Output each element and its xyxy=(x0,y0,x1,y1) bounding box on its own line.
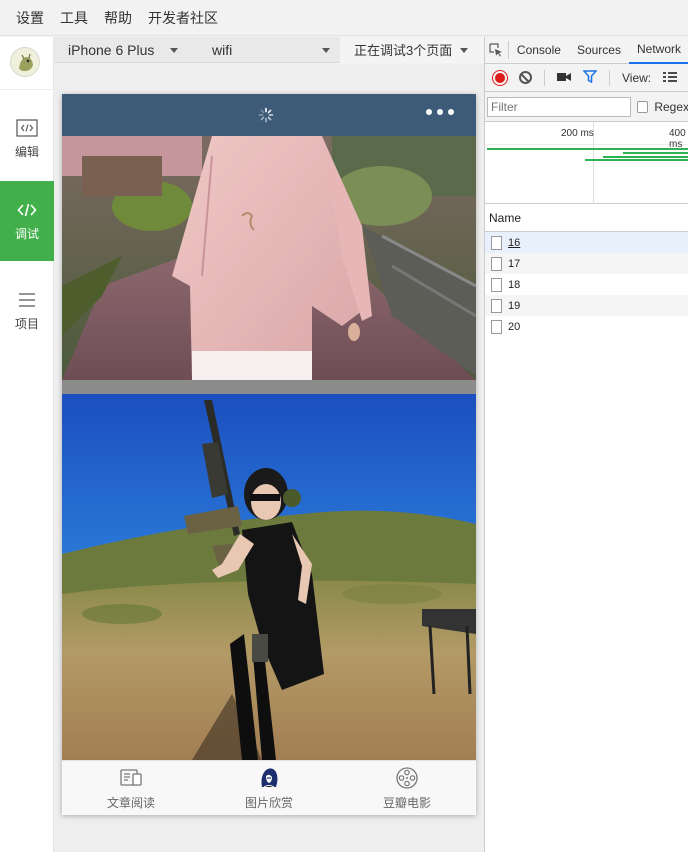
inspect-element-icon[interactable] xyxy=(485,41,509,59)
network-overview-timeline: 200 ms 400 ms xyxy=(485,122,688,204)
filter-row: Regex xyxy=(485,92,688,122)
regex-checkbox[interactable] xyxy=(637,100,649,113)
timeline-header-divider xyxy=(485,144,688,145)
tab-label: 豆瓣电影 xyxy=(382,795,431,810)
toolbar-separator xyxy=(544,69,545,86)
document-icon xyxy=(491,256,502,271)
sidebar-item-debug[interactable]: 调试 xyxy=(0,181,54,261)
clear-icon[interactable] xyxy=(519,71,532,84)
request-name: 20 xyxy=(508,320,521,333)
device-select[interactable]: iPhone 6 Plus xyxy=(54,37,194,63)
photo-rifle[interactable] xyxy=(62,394,476,760)
portrait-icon xyxy=(256,766,282,790)
tab-pictures[interactable]: 图片欣赏 xyxy=(200,761,338,815)
filter-funnel-icon[interactable] xyxy=(582,69,598,86)
timeline-label-200: 200 ms xyxy=(561,128,594,139)
chevron-down-icon xyxy=(460,47,468,53)
document-icon xyxy=(491,319,502,334)
filter-input[interactable] xyxy=(487,96,631,117)
request-row[interactable]: 19 xyxy=(485,295,688,316)
sidebar-item-edit[interactable]: 编辑 xyxy=(0,99,54,179)
devtools-tabs: Console Sources Network xyxy=(485,37,688,64)
network-toolbar: View: xyxy=(485,64,688,92)
menu-help[interactable]: 帮助 xyxy=(104,8,132,28)
photo-divider xyxy=(62,380,476,394)
menu-tools[interactable]: 工具 xyxy=(60,8,88,28)
timeline-bar xyxy=(623,152,688,154)
more-options-button[interactable] xyxy=(426,109,454,115)
devtools-panel: Console Sources Network View: Regex 200 … xyxy=(484,37,688,852)
request-name: 17 xyxy=(508,257,521,270)
sidebar-item-project[interactable]: 项目 xyxy=(0,271,54,351)
simulator-toolbar: iPhone 6 Plus wifi 正在调试3个页面 xyxy=(54,36,484,63)
network-select[interactable]: wifi xyxy=(194,37,340,63)
regex-label: Regex xyxy=(654,99,688,114)
timeline-bar xyxy=(487,148,688,150)
column-header-name[interactable]: Name xyxy=(485,205,688,232)
photo-kimono[interactable] xyxy=(62,136,476,380)
request-name: 19 xyxy=(508,299,521,312)
document-icon xyxy=(491,298,502,313)
request-list: 16 17 18 19 20 xyxy=(485,232,688,337)
navigation-bar xyxy=(62,94,476,136)
film-reel-icon xyxy=(394,766,420,790)
sidebar-item-label: 编辑 xyxy=(14,144,39,159)
tab-sources[interactable]: Sources xyxy=(569,37,629,64)
request-name: 16 xyxy=(508,236,521,249)
menu-settings[interactable]: 设置 xyxy=(16,8,44,28)
sidebar-divider xyxy=(0,89,54,90)
sidebar-item-label: 调试 xyxy=(14,226,39,241)
menu-lines-icon xyxy=(16,291,38,309)
request-row[interactable]: 17 xyxy=(485,253,688,274)
timeline-bar xyxy=(585,159,688,161)
menu-dev-community[interactable]: 开发者社区 xyxy=(148,8,218,28)
timeline-bar xyxy=(603,156,688,158)
timeline-label-400: 400 ms xyxy=(669,128,686,150)
article-icon xyxy=(118,766,144,790)
request-name: 18 xyxy=(508,278,521,291)
network-select-value: wifi xyxy=(212,41,233,58)
pages-select-value: 正在调试3个页面 xyxy=(354,43,453,58)
video-camera-icon[interactable] xyxy=(557,70,571,85)
loading-spinner-icon xyxy=(258,107,274,123)
bottom-tab-bar: 文章阅读 图片欣赏 豆瓣电影 xyxy=(62,760,476,815)
view-label: View: xyxy=(622,70,652,85)
menu-bar: 设置 工具 帮助 开发者社区 xyxy=(0,0,688,36)
chevron-down-icon xyxy=(322,47,330,53)
code-editor-icon xyxy=(16,118,38,137)
pages-select[interactable]: 正在调试3个页面 xyxy=(340,36,484,63)
request-row[interactable]: 20 xyxy=(485,316,688,337)
tab-label: 图片欣赏 xyxy=(244,795,293,810)
phone-screen: 文章阅读 图片欣赏 豆瓣电影 xyxy=(62,94,476,815)
tab-article[interactable]: 文章阅读 xyxy=(62,761,200,815)
chevron-down-icon xyxy=(170,47,178,53)
tab-network[interactable]: Network xyxy=(628,37,688,64)
record-icon[interactable] xyxy=(493,70,507,85)
request-row[interactable]: 16 xyxy=(485,232,688,253)
list-view-icon[interactable] xyxy=(663,70,678,85)
tab-movies[interactable]: 豆瓣电影 xyxy=(338,761,476,815)
document-icon xyxy=(491,277,502,292)
tab-label: 文章阅读 xyxy=(106,795,155,810)
document-icon xyxy=(491,235,502,250)
request-row[interactable]: 18 xyxy=(485,274,688,295)
toolbar-separator xyxy=(609,69,610,86)
avatar[interactable] xyxy=(10,47,40,77)
code-icon xyxy=(16,201,38,219)
left-sidebar: 编辑 调试 项目 xyxy=(0,37,54,852)
tab-console[interactable]: Console xyxy=(509,37,569,64)
sidebar-item-label: 项目 xyxy=(14,316,39,331)
device-select-value: iPhone 6 Plus xyxy=(68,41,155,58)
